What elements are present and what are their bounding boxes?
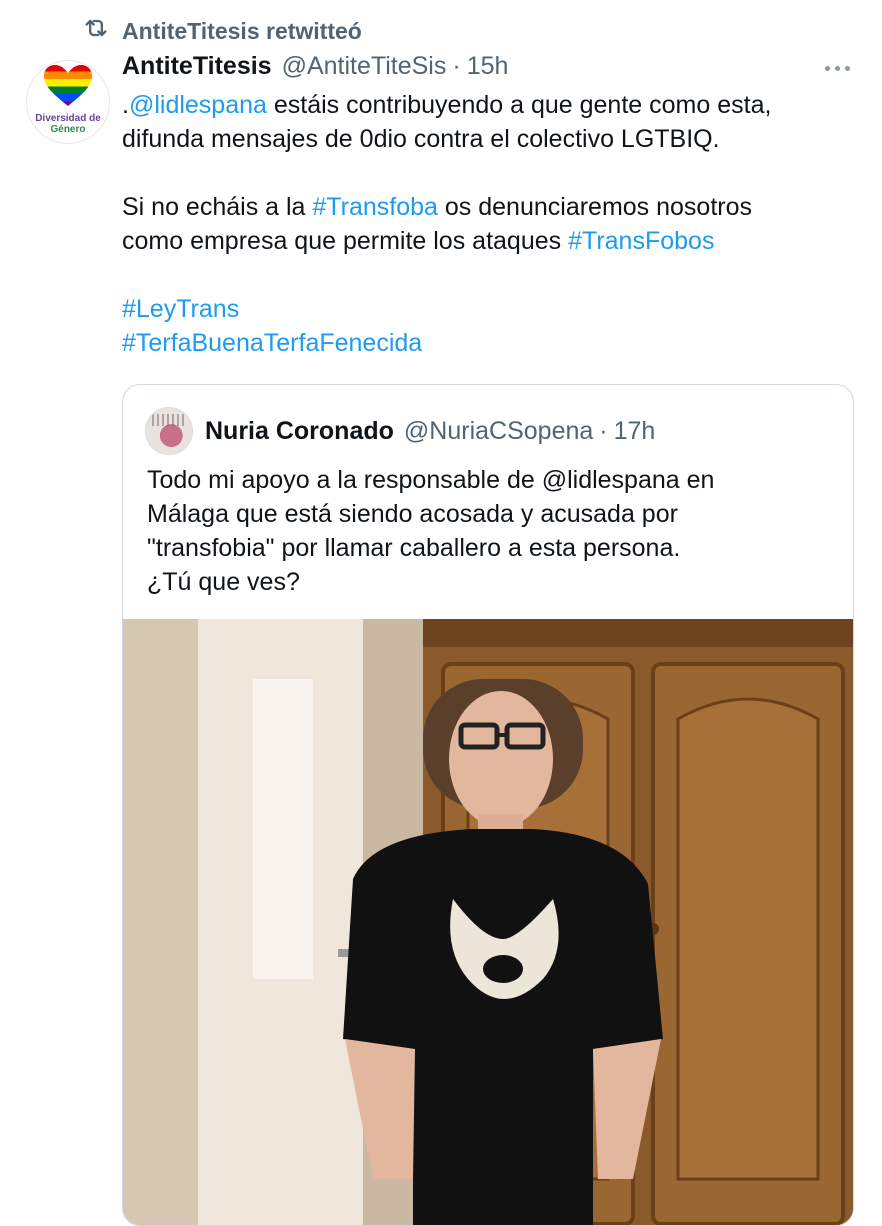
quoted-line: ¿Tú que ves? [147, 568, 300, 596]
author-name[interactable]: AntiteTitesis [122, 52, 272, 81]
tweet-line: difunda mensajes de 0dio contra el colec… [122, 125, 720, 153]
tweet-line: como empresa que permite los ataques #Tr… [122, 227, 715, 255]
quoted-tweet-header: Nuria Coronado @NuriaCSopena · 17h [145, 407, 655, 455]
tweet-text: .@lidlespana estáis contribuyendo a que … [122, 88, 862, 360]
separator: · [452, 52, 461, 80]
mention-link[interactable]: @lidlespana [129, 91, 267, 119]
avatar-caption: Diversidad de Género [35, 112, 101, 135]
quoted-line: Todo mi apoyo a la responsable de @lidle… [147, 466, 715, 494]
tweet-line: .@lidlespana estáis contribuyendo a que … [122, 91, 772, 119]
quoted-line: Málaga que está siendo acosada y acusada… [147, 500, 678, 528]
quoted-tweet[interactable]: Nuria Coronado @NuriaCSopena · 17h Todo … [122, 384, 854, 1226]
tweet-line: Si no echáis a la #Transfoba os denuncia… [122, 193, 753, 221]
tweet-header: AntiteTitesis @AntiteTiteSis · 15h [122, 52, 852, 81]
separator: · [599, 416, 608, 445]
photo[interactable] [123, 619, 853, 1225]
more-icon[interactable] [825, 66, 850, 71]
hashtag-link[interactable]: #TransFobos [568, 227, 714, 255]
author-avatar[interactable]: Diversidad de Género [26, 60, 110, 144]
author-handle[interactable]: @AntiteTiteSis [282, 52, 447, 81]
retweet-banner[interactable]: AntiteTitesis retwitteó [82, 14, 362, 48]
rainbow-heart-icon [43, 64, 93, 113]
quoted-tweet-text: Todo mi apoyo a la responsable de @lidle… [147, 463, 837, 599]
retweet-label: AntiteTitesis retwitteó [122, 17, 362, 44]
hashtag-link[interactable]: #Transfoba [312, 193, 438, 221]
tweet-time[interactable]: 15h [467, 52, 509, 81]
quoted-author-avatar[interactable] [145, 407, 193, 455]
retweet-icon [82, 14, 110, 48]
quoted-line: "transfobia" por llamar caballero a esta… [147, 534, 681, 562]
quoted-tweet-time[interactable]: 17h [614, 417, 656, 446]
hashtag-link[interactable]: #LeyTrans [122, 295, 239, 323]
hashtag-link[interactable]: #TerfaBuenaTerfaFenecida [122, 329, 422, 357]
quoted-author-name[interactable]: Nuria Coronado [205, 417, 394, 446]
quoted-author-handle[interactable]: @NuriaCSopena [404, 417, 593, 446]
